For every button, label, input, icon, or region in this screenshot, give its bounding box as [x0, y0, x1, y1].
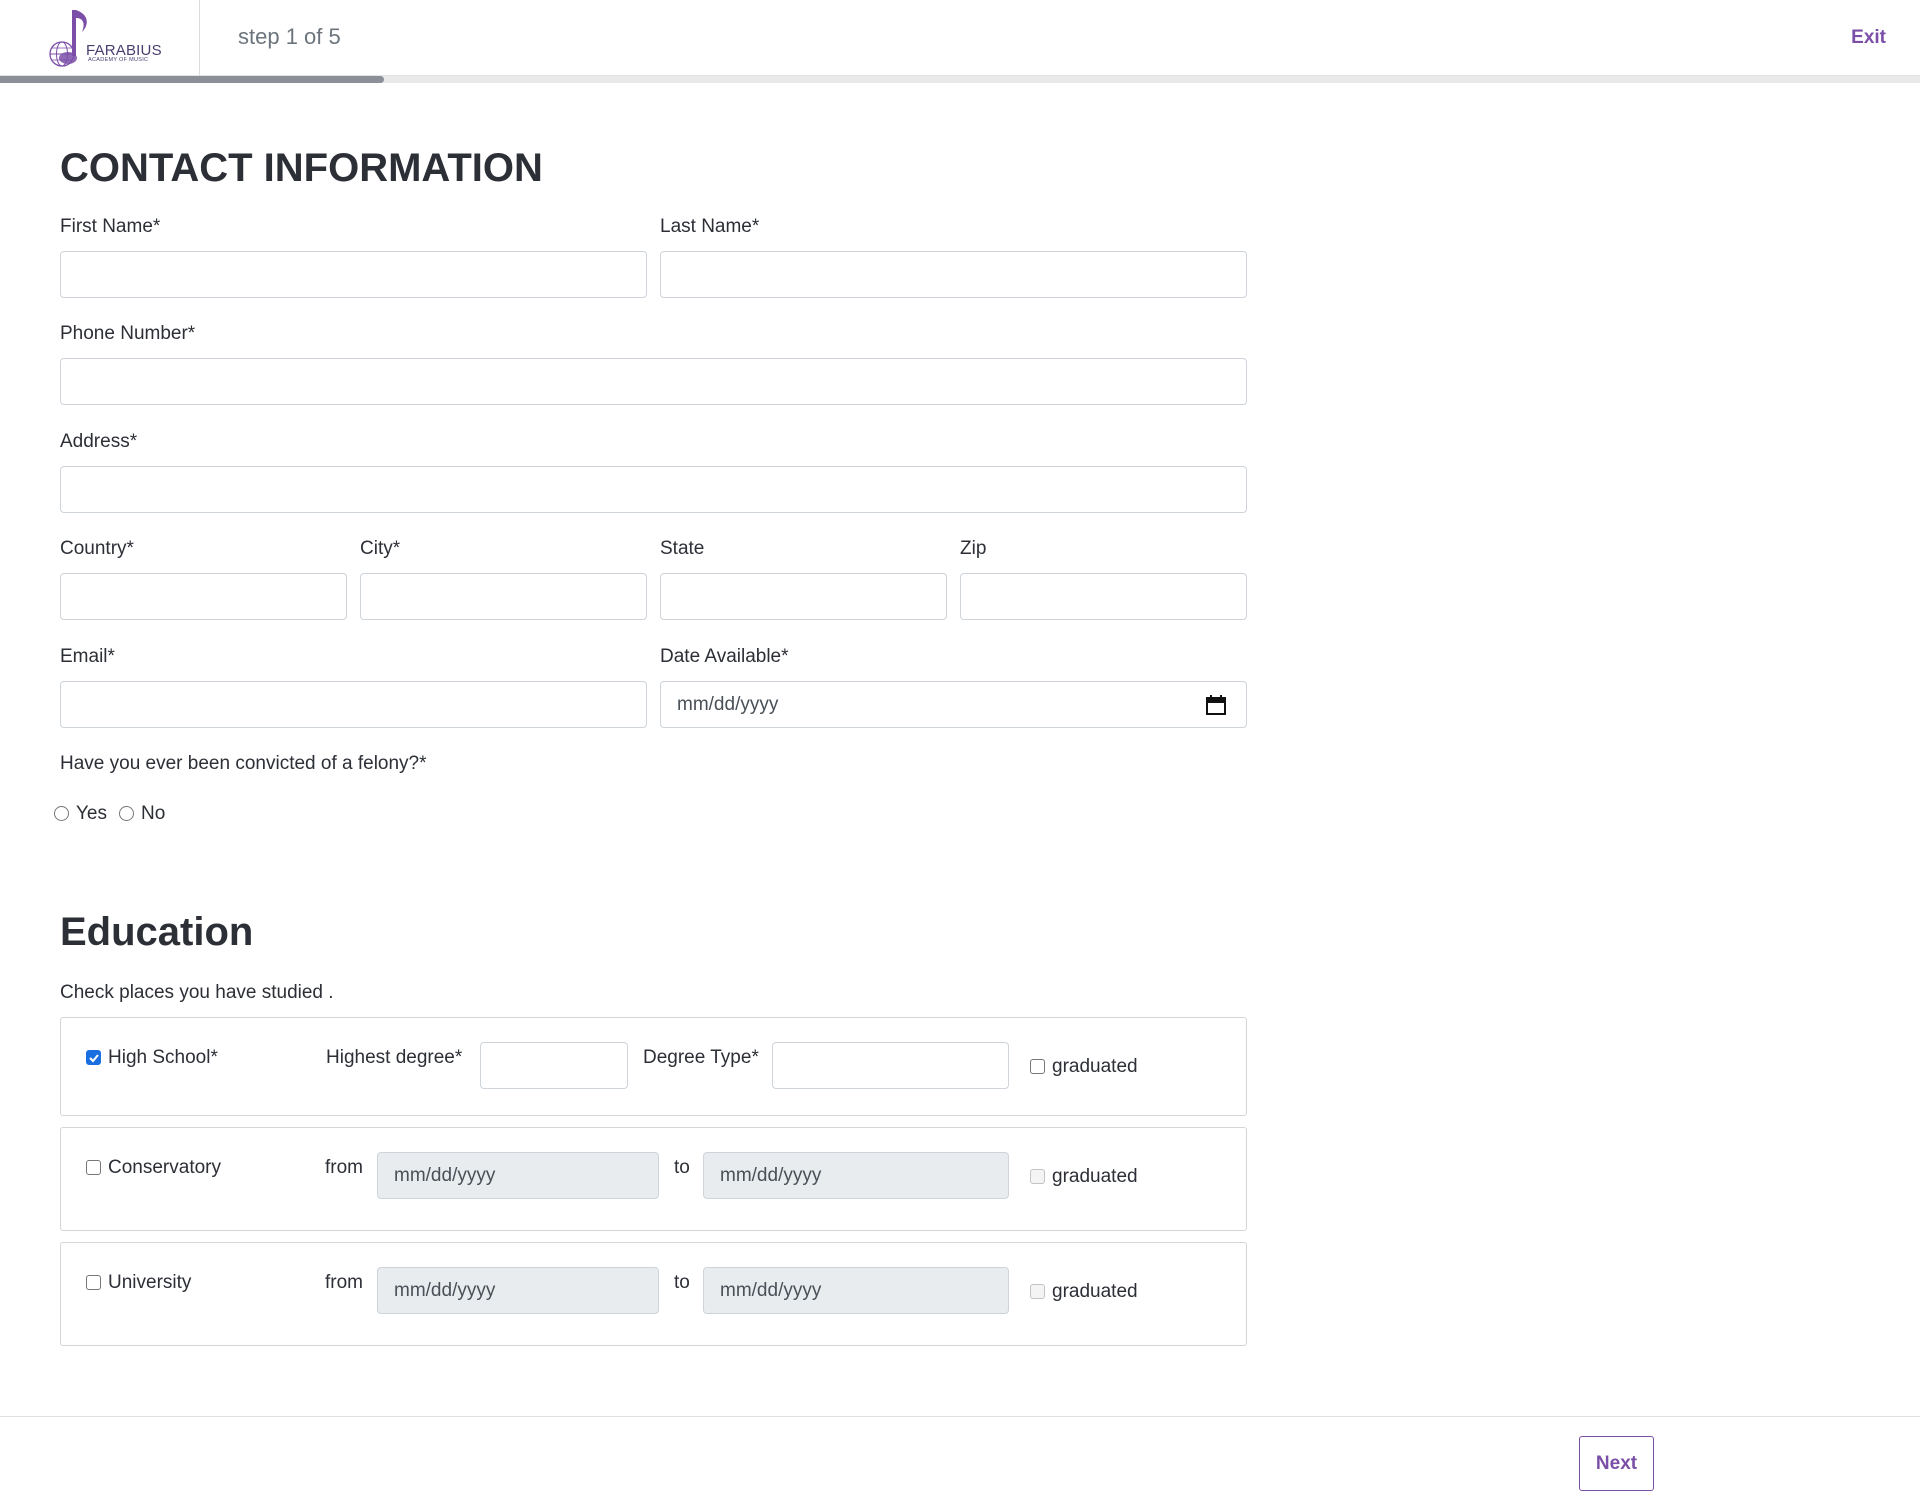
university-to-date[interactable]: mm/dd/yyyy	[703, 1267, 1009, 1314]
logo[interactable]: FARABIUS ACADEMY OF MUSIC	[0, 0, 200, 76]
phone-label: Phone Number*	[60, 323, 196, 344]
exit-link[interactable]: Exit	[1851, 27, 1886, 49]
step-indicator: step 1 of 5	[238, 24, 341, 49]
address-label: Address*	[60, 431, 138, 452]
conservatory-to-date[interactable]: mm/dd/yyyy	[703, 1152, 1009, 1199]
university-graduated-label: graduated	[1052, 1281, 1138, 1302]
degree-type-label: Degree Type*	[643, 1047, 759, 1068]
conservatory-to-label: to	[674, 1157, 690, 1178]
felony-yes-label[interactable]: Yes	[76, 803, 107, 825]
university-to-label: to	[674, 1272, 690, 1293]
first-name-label: First Name*	[60, 216, 161, 237]
contact-section-title: CONTACT INFORMATION	[60, 146, 543, 190]
phone-input[interactable]	[60, 358, 1247, 405]
university-to-placeholder: mm/dd/yyyy	[720, 1280, 822, 1301]
highest-degree-label: Highest degree*	[326, 1047, 463, 1068]
education-intro: Check places you have studied .	[60, 982, 334, 1003]
university-from-date[interactable]: mm/dd/yyyy	[377, 1267, 659, 1314]
last-name-label: Last Name*	[660, 216, 760, 237]
degree-type-input[interactable]	[772, 1042, 1009, 1089]
conservatory-from-placeholder: mm/dd/yyyy	[394, 1165, 496, 1186]
date-available-placeholder: mm/dd/yyyy	[677, 694, 779, 715]
felony-no-label[interactable]: No	[141, 803, 165, 825]
logo-subtitle: ACADEMY OF MUSIC	[88, 57, 149, 63]
app-header: FARABIUS ACADEMY OF MUSIC step 1 of 5 Ex…	[0, 0, 1920, 76]
city-label: City*	[360, 538, 401, 559]
high-school-label[interactable]: High School*	[108, 1047, 218, 1069]
conservatory-from-label: from	[325, 1157, 363, 1178]
conservatory-from-date[interactable]: mm/dd/yyyy	[377, 1152, 659, 1199]
conservatory-to-placeholder: mm/dd/yyyy	[720, 1165, 822, 1186]
progress-bar-fill	[0, 76, 384, 83]
next-button[interactable]: Next	[1579, 1436, 1654, 1491]
address-input[interactable]	[60, 466, 1247, 513]
city-input[interactable]	[360, 573, 647, 620]
email-label: Email*	[60, 646, 115, 667]
conservatory-graduated-checkbox[interactable]	[1030, 1169, 1045, 1184]
zip-label: Zip	[960, 538, 987, 559]
progress-bar	[0, 76, 1920, 83]
conservatory-graduated-label: graduated	[1052, 1166, 1138, 1187]
university-from-placeholder: mm/dd/yyyy	[394, 1280, 496, 1301]
email-input[interactable]	[60, 681, 647, 728]
state-label: State	[660, 538, 705, 559]
last-name-input[interactable]	[660, 251, 1247, 298]
state-input[interactable]	[660, 573, 947, 620]
felony-question: Have you ever been convicted of a felony…	[60, 753, 427, 774]
footer-divider	[0, 1416, 1920, 1417]
country-input[interactable]	[60, 573, 347, 620]
high-school-graduated-checkbox[interactable]	[1030, 1059, 1045, 1074]
conservatory-label[interactable]: Conservatory	[108, 1157, 221, 1179]
country-label: Country*	[60, 538, 134, 559]
university-label[interactable]: University	[108, 1272, 191, 1294]
high-school-graduated-label[interactable]: graduated	[1052, 1056, 1138, 1078]
conservatory-checkbox[interactable]	[86, 1160, 101, 1175]
education-section-title: Education	[60, 910, 254, 954]
university-from-label: from	[325, 1272, 363, 1293]
date-available-input[interactable]: mm/dd/yyyy	[660, 681, 1247, 728]
highest-degree-input[interactable]	[480, 1042, 628, 1089]
first-name-input[interactable]	[60, 251, 647, 298]
felony-yes-radio[interactable]	[54, 806, 69, 821]
university-graduated-checkbox[interactable]	[1030, 1284, 1045, 1299]
calendar-icon[interactable]	[1206, 694, 1226, 716]
university-checkbox[interactable]	[86, 1275, 101, 1290]
date-available-label: Date Available*	[660, 646, 789, 667]
checkmark-icon	[89, 1054, 99, 1063]
felony-no-radio[interactable]	[119, 806, 134, 821]
high-school-checkbox[interactable]	[86, 1050, 101, 1065]
zip-input[interactable]	[960, 573, 1247, 620]
